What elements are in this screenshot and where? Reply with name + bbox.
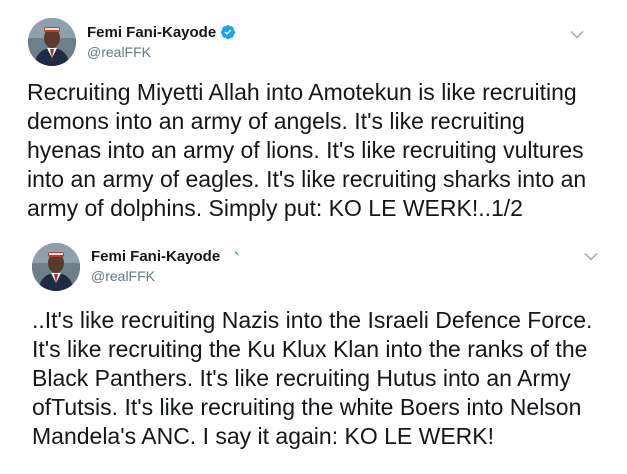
avatar[interactable]	[28, 18, 76, 66]
chevron-down-icon[interactable]	[584, 249, 598, 261]
tweet: Femi Fani-Kayode @realFFK ..It's like re…	[0, 236, 627, 474]
avatar[interactable]	[32, 243, 80, 291]
display-name[interactable]: Femi Fani-Kayode	[91, 248, 220, 265]
verified-badge-icon	[224, 248, 240, 264]
tweet: Femi Fani-Kayode @realFFK Recruiting Miy…	[0, 0, 627, 236]
author-block[interactable]: Femi Fani-Kayode @realFFK	[87, 22, 236, 60]
author-block[interactable]: Femi Fani-Kayode @realFFK	[91, 246, 240, 284]
tweet-text: ..It's like recruiting Nazis into the Is…	[32, 307, 593, 449]
handle[interactable]: @realFFK	[91, 268, 240, 284]
handle[interactable]: @realFFK	[87, 44, 236, 60]
verified-badge-icon	[220, 24, 236, 40]
avatar-image	[32, 243, 80, 291]
tweet-text: Recruiting Miyetti Allah into Amotekun i…	[27, 79, 587, 221]
display-name[interactable]: Femi Fani-Kayode	[87, 24, 216, 41]
avatar-image	[28, 18, 76, 66]
chevron-down-icon[interactable]	[570, 27, 584, 39]
